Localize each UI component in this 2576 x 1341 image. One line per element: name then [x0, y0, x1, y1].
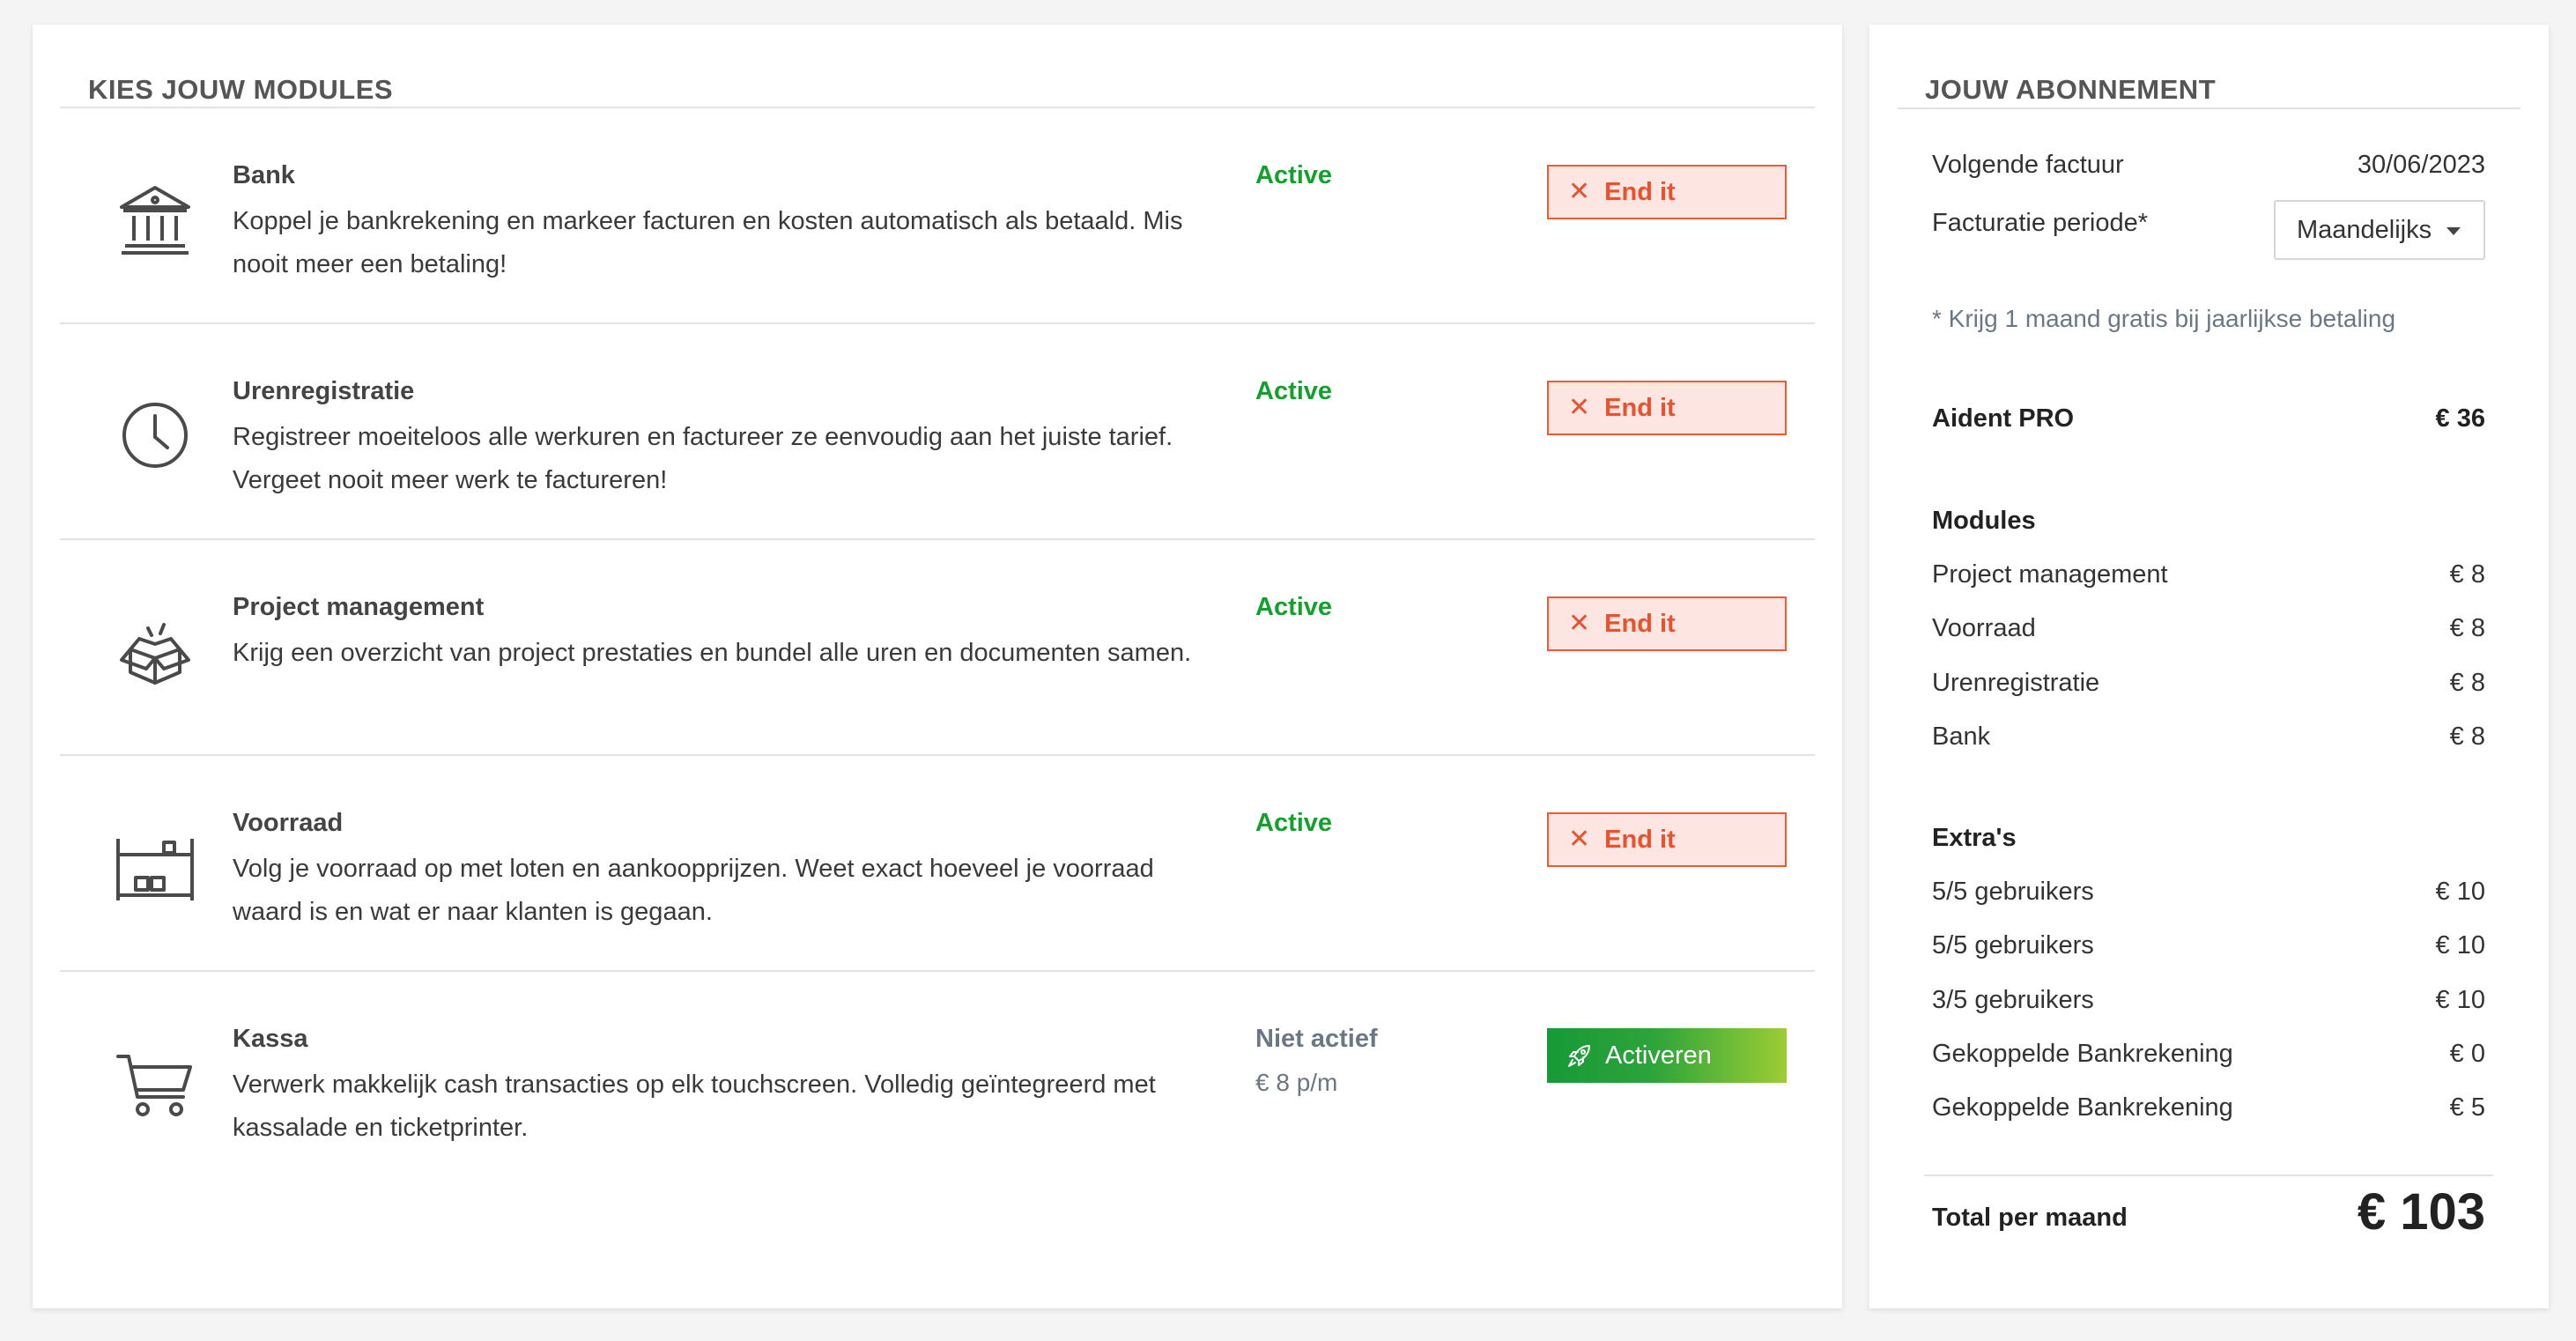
module-name: Bank [233, 161, 295, 189]
activate-button-kassa[interactable]: Activeren [1547, 1028, 1787, 1083]
item-name: Bank [1932, 722, 1991, 751]
subscription-extra-item: Gekoppelde Bankrekening € 5 [1932, 1093, 2485, 1122]
end-it-button-urenregistratie[interactable]: ✕ End it [1547, 381, 1787, 435]
module-description: Volg je voorraad op met loten en aankoop… [233, 855, 1154, 926]
item-price: € 10 [2435, 931, 2485, 959]
close-icon: ✕ [1568, 609, 1591, 638]
total-divider [1924, 1174, 2493, 1176]
close-icon: ✕ [1568, 825, 1591, 854]
item-name: 5/5 gebruikers [1932, 878, 2094, 906]
module-status: Active [1255, 593, 1333, 621]
total-value: € 103 [2357, 1183, 2485, 1241]
module-name: Project management [233, 593, 485, 621]
item-price: € 8 [2449, 560, 2485, 589]
subscription-module-item: Bank € 8 [1932, 722, 2485, 752]
chevron-down-icon [2446, 227, 2461, 235]
module-row-voorraad: Voorraad Volg je voorraad op met loten e… [60, 756, 1815, 972]
end-it-label: End it [1604, 393, 1676, 422]
module-name: Kassa [233, 1025, 308, 1053]
subscription-extra-item: 5/5 gebruikers € 10 [1932, 878, 2485, 907]
end-it-label: End it [1604, 177, 1676, 206]
module-status: Active [1255, 377, 1333, 405]
item-name: Project management [1932, 560, 2168, 589]
activate-label: Activeren [1605, 1041, 1712, 1070]
plan-row: Aident PRO € 36 [1932, 404, 2485, 433]
close-icon: ✕ [1568, 393, 1591, 422]
next-invoice-label: Volgende factuur [1932, 151, 2124, 179]
next-invoice-row: Volgende factuur 30/06/2023 [1932, 151, 2485, 180]
total-label: Total per maand [1932, 1204, 2128, 1232]
subscription-module-item: Voorraad € 8 [1932, 614, 2485, 643]
item-price: € 8 [2449, 669, 2485, 697]
warehouse-shelf-icon [113, 825, 197, 909]
modules-panel-title: KIES JOUW MODULES [88, 74, 394, 105]
close-icon: ✕ [1568, 177, 1591, 206]
module-description: Krijg een overzicht van project prestati… [233, 639, 1192, 667]
item-price: € 0 [2449, 1040, 2485, 1068]
end-it-button-voorraad[interactable]: ✕ End it [1547, 812, 1787, 867]
billing-period-select[interactable]: Maandelijks [2274, 200, 2485, 260]
item-name: Gekoppelde Bankrekening [1932, 1040, 2233, 1068]
item-name: Urenregistratie [1932, 669, 2100, 697]
item-price: € 8 [2449, 722, 2485, 751]
item-price: € 10 [2435, 878, 2485, 906]
module-row-urenregistratie: Urenregistratie Registreer moeiteloos al… [60, 324, 1815, 540]
plan-price: € 36 [2435, 404, 2485, 433]
subscription-extra-item: 5/5 gebruikers € 10 [1932, 931, 2485, 960]
item-name: 3/5 gebruikers [1932, 986, 2094, 1014]
module-row-project-management: Project management Krijg een overzicht v… [60, 540, 1815, 756]
module-description: Verwerk makkelijk cash transacties op el… [233, 1071, 1156, 1142]
end-it-label: End it [1604, 609, 1676, 638]
plan-name: Aident PRO [1932, 404, 2075, 433]
subscription-extra-item: Gekoppelde Bankrekening € 0 [1932, 1040, 2485, 1069]
modules-panel: KIES JOUW MODULES Bank Koppel je bankrek… [33, 25, 1842, 1308]
item-name: 5/5 gebruikers [1932, 931, 2094, 959]
item-name: Voorraad [1932, 614, 2036, 642]
module-description: Registreer moeiteloos alle werkuren en f… [233, 423, 1173, 494]
extras-heading: Extra's [1932, 824, 2017, 852]
module-row-kassa: Kassa Verwerk makkelijk cash transacties… [60, 972, 1815, 1188]
module-status: Active [1255, 161, 1333, 189]
subscription-module-item: Project management € 8 [1932, 560, 2485, 589]
annual-discount-note: * Krijg 1 maand gratis bij jaarlijkse be… [1932, 305, 2396, 332]
module-status: Niet actief [1255, 1025, 1378, 1053]
open-box-icon [113, 609, 197, 693]
module-description: Koppel je bankrekening en markeer factur… [233, 207, 1183, 278]
subscription-title-divider [1898, 107, 2520, 109]
item-price: € 10 [2435, 986, 2485, 1014]
rocket-icon [1568, 1045, 1590, 1067]
clock-icon [113, 393, 197, 478]
module-price: € 8 p/m [1255, 1069, 1338, 1096]
end-it-label: End it [1604, 825, 1676, 854]
billing-period-value: Maandelijks [2297, 215, 2432, 244]
shopping-cart-icon [113, 1041, 197, 1125]
next-invoice-date: 30/06/2023 [2357, 151, 2485, 179]
billing-period-label: Facturatie periode* [1932, 209, 2149, 237]
end-it-button-bank[interactable]: ✕ End it [1547, 165, 1787, 219]
subscription-panel: JOUW ABONNEMENT Volgende factuur 30/06/2… [1869, 25, 2549, 1308]
module-name: Voorraad [233, 809, 344, 837]
modules-heading: Modules [1932, 507, 2036, 535]
item-name: Gekoppelde Bankrekening [1932, 1093, 2233, 1122]
end-it-button-project-management[interactable]: ✕ End it [1547, 596, 1787, 651]
item-price: € 8 [2449, 614, 2485, 642]
billing-period-row: Facturatie periode* [1932, 209, 2267, 238]
subscription-panel-title: JOUW ABONNEMENT [1925, 74, 2217, 105]
bank-icon [113, 177, 197, 262]
subscription-extra-item: 3/5 gebruikers € 10 [1932, 986, 2485, 1015]
item-price: € 5 [2449, 1093, 2485, 1122]
module-name: Urenregistratie [233, 377, 415, 405]
module-status: Active [1255, 809, 1333, 837]
subscription-module-item: Urenregistratie € 8 [1932, 669, 2485, 698]
module-row-bank: Bank Koppel je bankrekening en markeer f… [60, 108, 1815, 324]
